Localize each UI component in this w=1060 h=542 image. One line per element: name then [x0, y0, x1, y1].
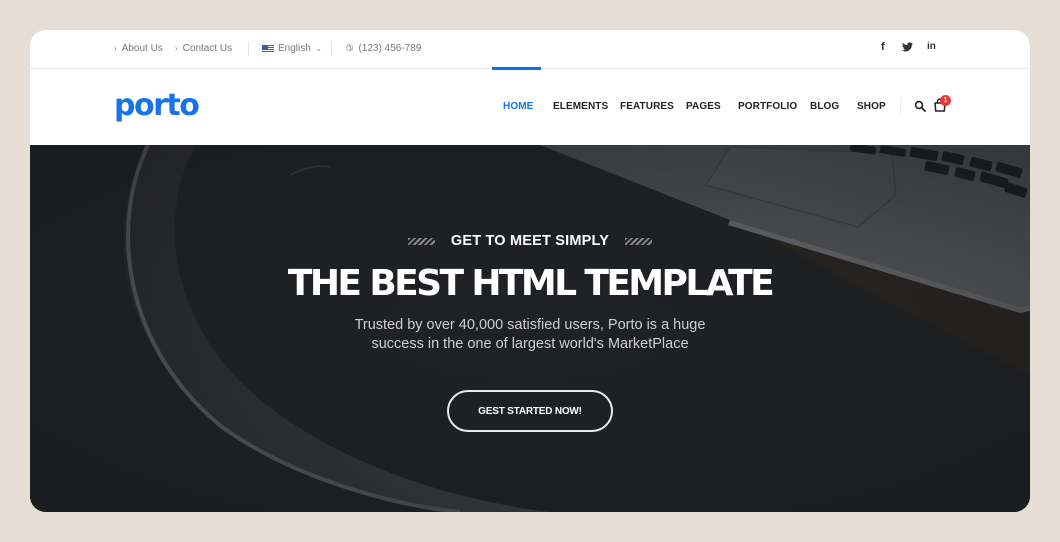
eyebrow-text: GET TO MEET SIMPLY [450, 233, 610, 249]
nav-item-blog[interactable]: BLOG [810, 101, 839, 112]
hero-section: GET TO MEET SIMPLY THE BEST HTML TEMPLAT… [30, 145, 1030, 512]
linkedin-icon[interactable]: in [927, 41, 936, 52]
hero-subtitle: Trusted by over 40,000 satisfied users, … [30, 316, 1030, 354]
top-link-label: Contact Us [182, 43, 233, 54]
facebook-icon[interactable]: f [881, 41, 885, 53]
language-selector[interactable]: English ⌄ [262, 43, 322, 54]
phone-number[interactable]: ✆ (123) 456-789 [346, 43, 421, 54]
top-bar: › About Us › Contact Us English ⌄ ✆ (123… [30, 30, 1030, 69]
phone-label: (123) 456-789 [358, 43, 422, 54]
nav-item-features[interactable]: FEATURES [620, 101, 674, 112]
decorative-stripe [625, 237, 653, 245]
active-nav-indicator [492, 67, 541, 70]
chevron-right-icon: › [114, 44, 117, 53]
chevron-right-icon: › [175, 44, 178, 53]
nav-item-elements[interactable]: ELEMENTS [553, 101, 608, 112]
logo[interactable]: porto [114, 88, 200, 123]
main-header: porto HOME ELEMENTS FEATURES PAGES PORTF… [30, 67, 1030, 145]
top-link-label: About Us [121, 43, 163, 54]
nav-item-portfolio[interactable]: PORTFOLIO [738, 101, 797, 112]
top-link-contact-us[interactable]: › Contact Us [175, 43, 232, 54]
subtitle-line: Trusted by over 40,000 satisfied users, … [354, 317, 706, 333]
nav-item-shop[interactable]: SHOP [857, 101, 886, 112]
subtitle-line: success in the one of largest world's Ma… [371, 336, 689, 352]
hero-headline: THE BEST HTML TEMPLATE [287, 263, 775, 304]
cart-count-badge: 1 [940, 95, 951, 106]
nav-item-pages[interactable]: PAGES [686, 101, 721, 112]
divider [900, 97, 901, 117]
decorative-stripe [407, 237, 435, 245]
divider [248, 42, 249, 56]
language-label: English [278, 43, 311, 54]
nav-item-home[interactable]: HOME [503, 101, 533, 112]
get-started-button[interactable]: GEST STARTED NOW! [447, 390, 613, 432]
browser-frame: › About Us › Contact Us English ⌄ ✆ (123… [30, 30, 1030, 512]
search-icon[interactable] [914, 100, 926, 112]
hero-eyebrow: GET TO MEET SIMPLY [30, 233, 1030, 249]
phone-icon: ✆ [346, 43, 354, 53]
divider [331, 42, 332, 56]
top-link-about-us[interactable]: › About Us [114, 43, 163, 54]
chevron-down-icon: ⌄ [315, 45, 322, 53]
twitter-icon[interactable] [902, 42, 913, 55]
us-flag-icon [262, 44, 274, 53]
